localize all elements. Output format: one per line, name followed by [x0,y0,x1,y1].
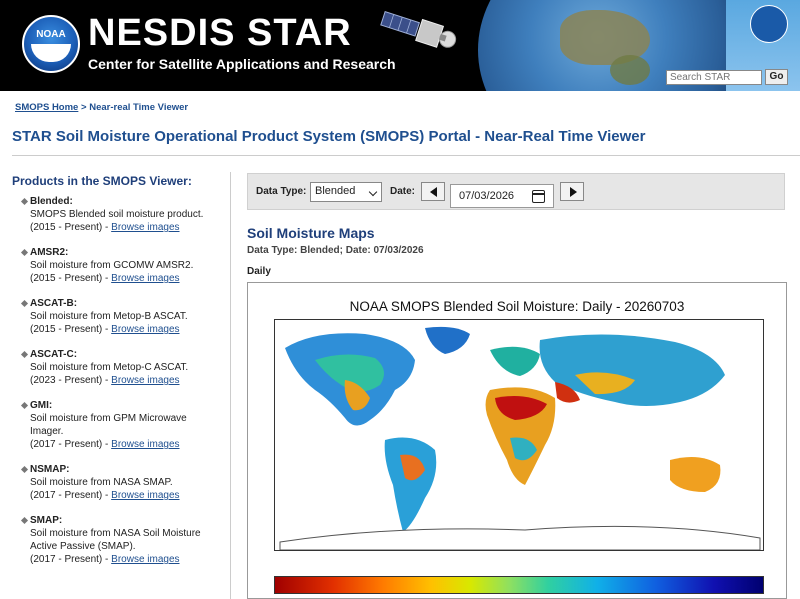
product-years: (2017 - Present) - Browse images [22,553,222,566]
product-name: AMSR2: [22,246,222,259]
data-type-value: Blended [315,185,356,197]
viewer-controls: Data Type: Blended Date: 07/03/2026 [247,173,785,210]
colorbar [274,576,764,594]
noaa-logo[interactable]: NOAA [22,15,80,73]
product-name: ASCAT-C: [22,348,222,361]
product-years: (2015 - Present) - Browse images [22,323,222,336]
browse-images-link[interactable]: Browse images [111,490,179,501]
product-item-nsmap: NSMAP: Soil moisture from NASA SMAP. (20… [22,463,222,502]
data-type-label: Data Type: [256,186,307,197]
product-years: (2017 - Present) - Browse images [22,438,222,451]
years-text: (2017 - Present) - [30,554,112,565]
product-name: GMI: [22,399,222,412]
site-brand[interactable]: NESDIS STAR [88,14,352,52]
earth-landmass [610,55,650,85]
product-description: Soil moisture from GPM Microwave Imager. [30,413,187,437]
product-years: (2017 - Present) - Browse images [22,489,222,502]
product-name: SMAP: [22,514,222,527]
calendar-icon[interactable] [532,190,545,203]
product-description: Soil moisture from Metop-B ASCAT. [30,311,188,322]
product-years: (2015 - Present) - Browse images [22,221,222,234]
page-title: STAR Soil Moisture Operational Product S… [12,128,646,145]
browse-images-link[interactable]: Browse images [111,273,179,284]
search-button[interactable]: Go [765,69,788,85]
breadcrumb-separator: > [81,102,87,113]
date-input[interactable]: 07/03/2026 [450,184,554,208]
years-text: (2017 - Present) - [30,439,112,450]
sidebar-heading: Products in the SMOPS Viewer: [12,174,192,188]
seal-icon [750,5,788,43]
arrow-right-icon [570,187,577,197]
product-item-gmi: GMI: Soil moisture from GPM Microwave Im… [22,399,222,451]
next-date-button[interactable] [560,182,584,201]
product-item-smap: SMAP: Soil moisture from NASA Soil Moist… [22,514,222,566]
section-subtitle: Data Type: Blended; Date: 07/03/2026 [247,245,424,256]
figure-title: NOAA SMOPS Blended Soil Moisture: Daily … [349,299,685,314]
product-description: Soil moisture from NASA Soil Moisture Ac… [30,528,201,552]
years-text: (2015 - Present) - [30,222,112,233]
product-name: Blended: [22,195,222,208]
breadcrumb-home-link[interactable]: SMOPS Home [15,102,78,113]
product-item-blended: Blended: SMOPS Blended soil moisture pro… [22,195,222,234]
header-banner: NOAA NESDIS STAR Center for Satellite Ap… [0,0,800,91]
world-map [274,319,764,551]
arrow-left-icon [430,187,437,197]
product-years: (2015 - Present) - Browse images [22,272,222,285]
logo-text: NOAA [36,29,66,40]
product-list: Blended: SMOPS Blended soil moisture pro… [22,195,222,578]
product-item-ascat-c: ASCAT-C: Soil moisture from Metop-C ASCA… [22,348,222,387]
data-type-select[interactable]: Blended [310,182,382,202]
product-description: Soil moisture from Metop-C ASCAT. [30,362,189,373]
product-description: Soil moisture from GCOMW AMSR2. [30,260,194,271]
years-text: (2017 - Present) - [30,490,112,501]
sidebar-divider [230,172,231,599]
divider [12,155,800,156]
years-text: (2023 - Present) - [30,375,112,386]
product-item-ascat-b: ASCAT-B: Soil moisture from Metop-B ASCA… [22,297,222,336]
product-years: (2023 - Present) - Browse images [22,374,222,387]
breadcrumb: SMOPS Home > Near-real Time Viewer [15,102,188,113]
satellite-icon [380,10,457,48]
years-text: (2015 - Present) - [30,273,112,284]
browse-images-link[interactable]: Browse images [111,324,179,335]
previous-date-button[interactable] [421,182,445,201]
browse-images-link[interactable]: Browse images [111,375,179,386]
browse-images-link[interactable]: Browse images [111,222,179,233]
world-map-image [279,326,761,551]
browse-images-link[interactable]: Browse images [111,439,179,450]
date-value: 07/03/2026 [459,190,515,202]
browse-images-link[interactable]: Browse images [111,554,179,565]
product-name: NSMAP: [22,463,222,476]
product-name: ASCAT-B: [22,297,222,310]
soil-moisture-figure: NOAA SMOPS Blended Soil Moisture: Daily … [247,282,787,599]
date-label: Date: [390,186,416,197]
product-description: Soil moisture from NASA SMAP. [30,477,173,488]
search-input[interactable] [666,70,762,85]
product-description: SMOPS Blended soil moisture product. [30,209,204,220]
years-text: (2015 - Present) - [30,324,112,335]
daily-label: Daily [247,266,271,277]
section-title: Soil Moisture Maps [247,225,375,241]
breadcrumb-current: Near-real Time Viewer [89,102,189,113]
noaa-bird-icon [31,44,71,62]
product-item-amsr2: AMSR2: Soil moisture from GCOMW AMSR2. (… [22,246,222,285]
site-subtitle: Center for Satellite Applications and Re… [88,56,396,72]
